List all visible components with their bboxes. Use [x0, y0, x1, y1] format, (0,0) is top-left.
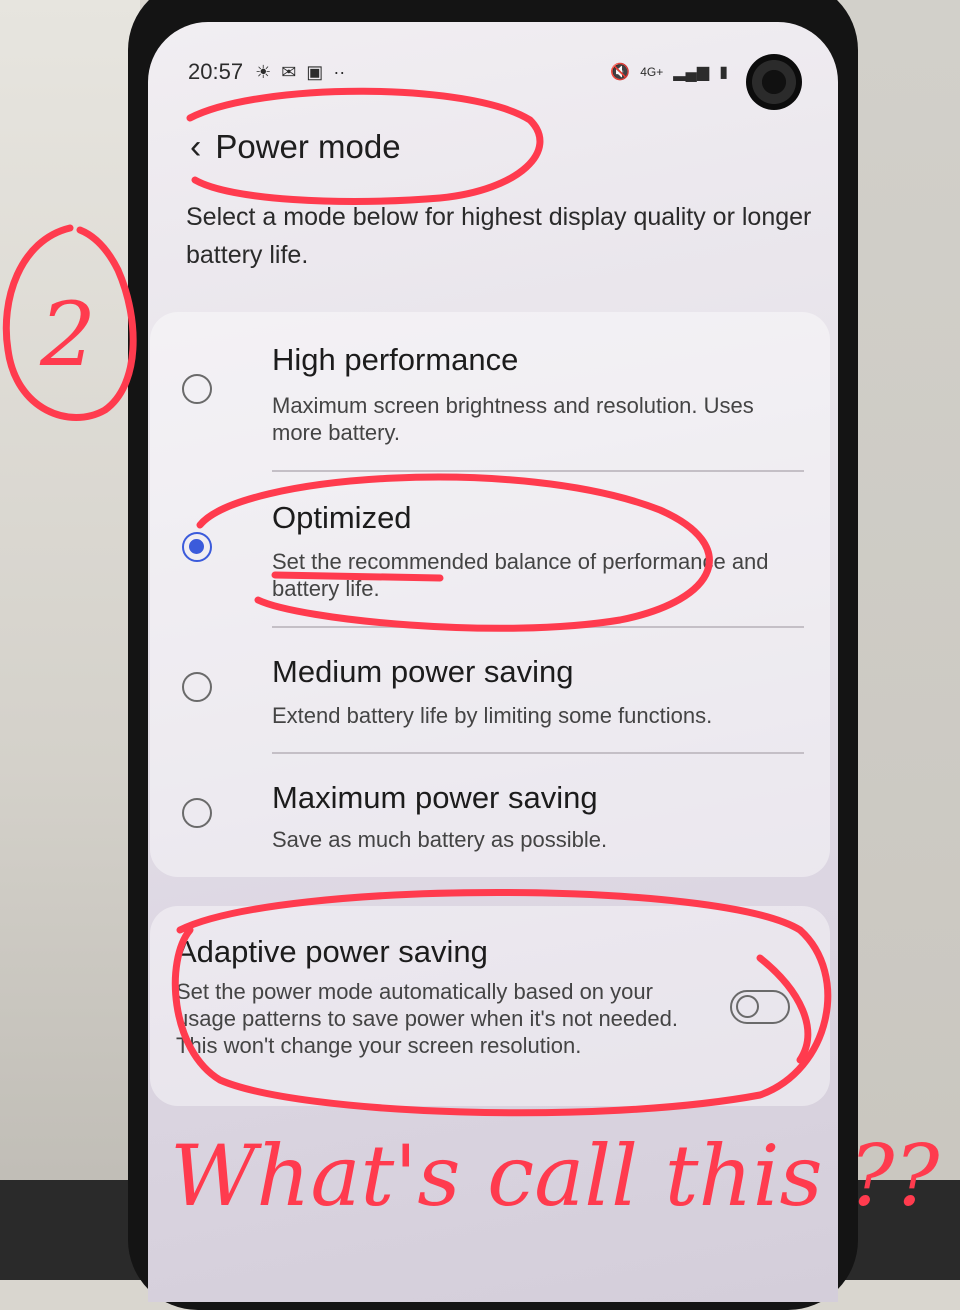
option-title: Medium power saving [272, 654, 574, 689]
adaptive-power-saving-toggle[interactable] [730, 990, 790, 1024]
status-bar: 20:57 ☀ ✉ ▣ ·· 🔇 4G+ ▂▄▆ ▮ [188, 56, 728, 88]
divider [272, 470, 804, 472]
option-title: Optimized [272, 500, 412, 535]
weather-icon: ☀ [255, 61, 272, 82]
network-type-label: 4G+ [640, 65, 664, 79]
status-right-group: 🔇 4G+ ▂▄▆ ▮ [610, 62, 728, 82]
battery-icon: ▮ [719, 64, 728, 81]
toggle-knob [736, 995, 759, 1018]
signal-icon: ▂▄▆ [673, 64, 710, 81]
radio-button[interactable] [182, 374, 212, 404]
option-description: Set the recommended balance of performan… [272, 549, 769, 601]
option-description: Save as much battery as possible. [272, 827, 608, 852]
desk-background-left [0, 0, 140, 1280]
divider [272, 626, 804, 628]
desk-background-right [840, 0, 960, 1280]
radio-button-selected[interactable] [182, 532, 212, 562]
adaptive-power-saving-title: Adaptive power saving [176, 934, 488, 969]
radio-button[interactable] [182, 798, 212, 828]
calendar-icon: ▣ [306, 61, 324, 82]
option-title: High performance [272, 342, 519, 377]
front-camera [746, 54, 802, 110]
mute-icon: 🔇 [610, 64, 631, 81]
more-notifications-icon: ·· [333, 61, 346, 82]
page-description: Select a mode below for highest display … [186, 203, 812, 269]
option-description: Extend battery life by limiting some fun… [272, 703, 713, 728]
radio-button[interactable] [182, 672, 212, 702]
back-arrow-icon[interactable]: ‹ [190, 130, 201, 164]
option-title: Maximum power saving [272, 780, 598, 815]
page-title: Power mode [215, 128, 401, 165]
adaptive-power-saving-description: Set the power mode automatically based o… [176, 979, 678, 1058]
app-header: ‹ Power mode [190, 128, 401, 166]
mail-icon: ✉ [281, 61, 297, 82]
option-description: Maximum screen brightness and resolution… [272, 393, 754, 445]
divider [272, 752, 804, 754]
status-time: 20:57 [188, 59, 244, 84]
